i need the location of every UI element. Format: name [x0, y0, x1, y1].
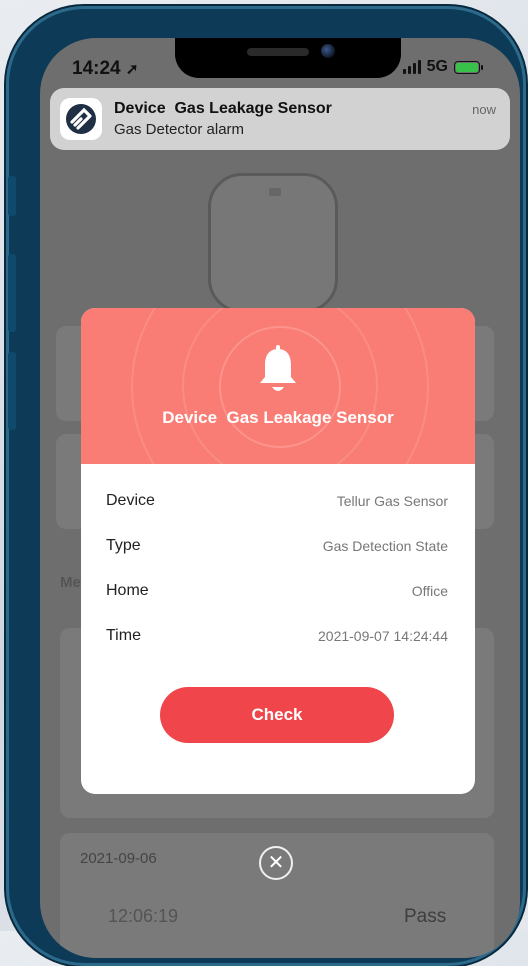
row-value: Gas Detection State — [322, 538, 448, 554]
alarm-dialog: Device Gas Leakage Sensor Device Tellur … — [81, 308, 475, 794]
mute-switch — [8, 176, 16, 216]
sensor-device-image — [208, 173, 338, 313]
bell-icon — [260, 345, 296, 391]
detail-row-home: Home Office — [106, 582, 448, 606]
network-type: 5G — [426, 58, 448, 75]
status-indicators: 5G — [402, 58, 483, 76]
background-section-label: Me — [60, 574, 81, 591]
notification-time: now — [472, 102, 496, 117]
notch — [175, 38, 401, 78]
phone-screen: Me 2021-09-06 12:06:19 Pass 14:24 ➚ 5G D… — [40, 38, 520, 958]
row-label: Device — [106, 492, 155, 509]
dialog-title: Device Gas Leakage Sensor — [162, 408, 394, 427]
clock: 14:24 — [72, 58, 121, 79]
notification-title: Device Gas Leakage Sensor — [114, 100, 332, 117]
battery-icon — [454, 60, 483, 74]
push-notification[interactable]: Device Gas Leakage Sensor Gas Detector a… — [50, 88, 510, 150]
log-result: Pass — [404, 906, 447, 927]
status-time: 14:24 ➚ — [72, 58, 138, 80]
row-value: Office — [411, 583, 448, 599]
close-icon[interactable]: ✕ — [259, 846, 293, 880]
front-camera — [321, 44, 335, 58]
detail-row-time: Time 2021-09-07 14:24:44 — [106, 627, 448, 651]
row-label: Time — [106, 627, 141, 644]
volume-up-button — [8, 254, 16, 332]
row-label: Home — [106, 582, 149, 599]
phone-frame: Me 2021-09-06 12:06:19 Pass 14:24 ➚ 5G D… — [6, 6, 526, 966]
log-date: 2021-09-06 — [80, 850, 157, 867]
row-value: 2021-09-07 14:24:44 — [318, 628, 448, 644]
tellur-logo-icon — [60, 98, 102, 140]
detail-row-device: Device Tellur Gas Sensor — [106, 492, 448, 516]
speaker — [247, 48, 309, 56]
notification-body: Gas Detector alarm — [114, 121, 245, 138]
detail-row-type: Type Gas Detection State — [106, 537, 448, 561]
signal-icon — [402, 60, 421, 74]
volume-down-button — [8, 352, 16, 430]
row-label: Type — [106, 537, 141, 554]
check-button[interactable]: Check — [160, 687, 394, 743]
dialog-header: Device Gas Leakage Sensor — [81, 308, 475, 464]
log-time: 12:06:19 — [108, 906, 179, 926]
row-value: Tellur Gas Sensor — [336, 493, 448, 509]
location-arrow-icon: ➚ — [125, 61, 139, 78]
